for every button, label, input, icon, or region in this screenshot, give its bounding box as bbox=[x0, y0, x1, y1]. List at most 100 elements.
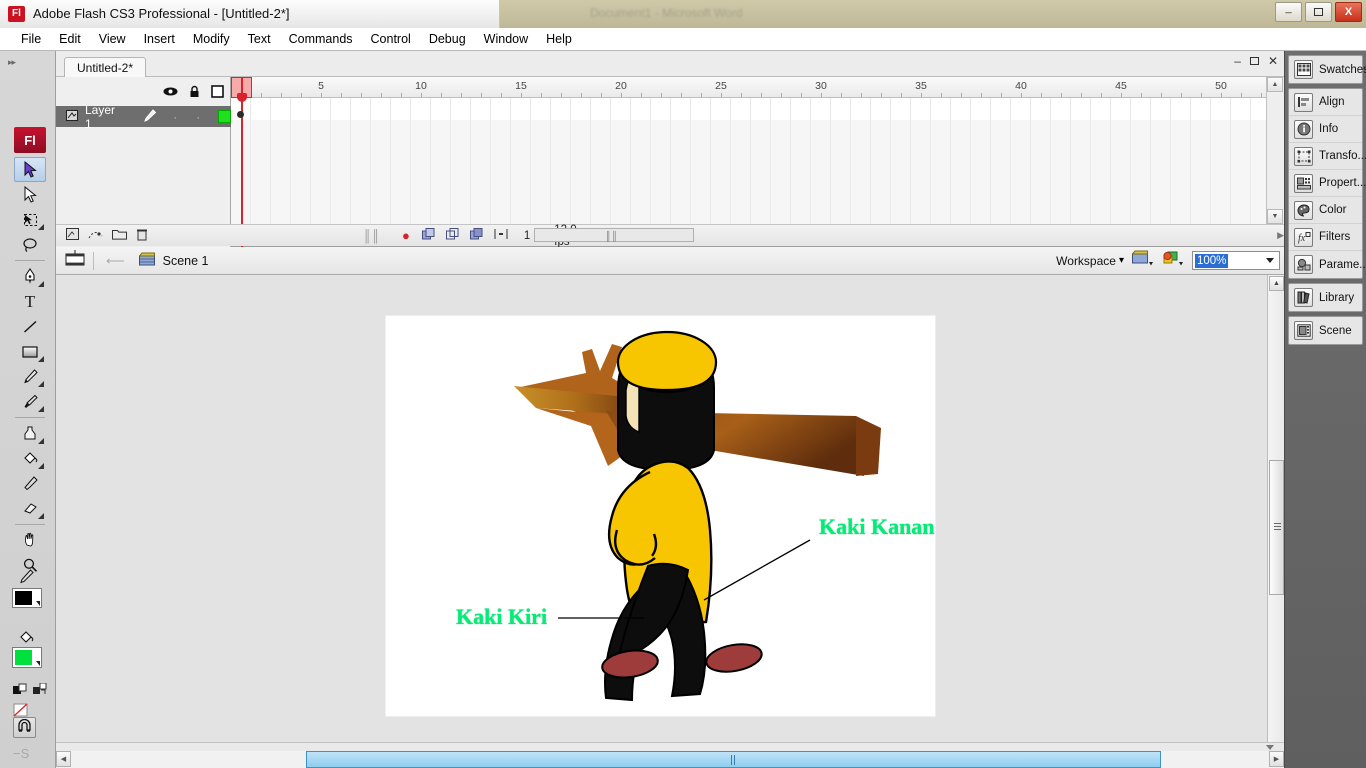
stage-scroll-up-arrow[interactable]: ▲ bbox=[1269, 276, 1284, 291]
timeline-scroll-right-arrow[interactable]: ▶ bbox=[1277, 230, 1284, 241]
stroke-color-swatch[interactable] bbox=[12, 588, 48, 608]
stage-scroll-right-arrow[interactable]: ▶ bbox=[1269, 751, 1284, 767]
menu-edit[interactable]: Edit bbox=[50, 30, 90, 48]
edit-symbols-dropdown[interactable] bbox=[1162, 250, 1184, 271]
stage-scroll-left-arrow[interactable]: ◀ bbox=[56, 751, 71, 767]
stage-horizontal-scroll-thumb[interactable] bbox=[306, 751, 1161, 768]
layer-lock-dot[interactable]: · bbox=[196, 110, 200, 124]
keyframe-dot[interactable] bbox=[237, 111, 244, 118]
kaki-kiri-label[interactable]: Kaki Kiri bbox=[456, 604, 547, 630]
menu-file[interactable]: File bbox=[12, 30, 50, 48]
timeline-scroll-up-arrow[interactable]: ▲ bbox=[1267, 77, 1283, 92]
zoom-caret-icon[interactable] bbox=[1266, 258, 1274, 263]
ink-bottle-tool[interactable] bbox=[14, 421, 46, 446]
new-layer-icon[interactable] bbox=[66, 228, 79, 243]
toolbox-grip-icon[interactable]: ▸▸ bbox=[8, 57, 16, 68]
stage-vertical-scrollbar[interactable]: ▲ bbox=[1267, 275, 1284, 742]
eye-icon[interactable] bbox=[163, 86, 178, 100]
snap-to-objects-toggle[interactable] bbox=[13, 717, 36, 738]
ruler-tick bbox=[1041, 93, 1042, 97]
modify-onion-markers-icon[interactable] bbox=[494, 228, 508, 243]
restore-button[interactable] bbox=[1305, 2, 1332, 22]
eraser-tool[interactable] bbox=[14, 496, 46, 521]
layer-edit-pencil-icon[interactable] bbox=[143, 108, 157, 125]
menu-view[interactable]: View bbox=[90, 30, 135, 48]
ruler-tick bbox=[841, 93, 842, 97]
timeline-resize-grip[interactable]: ║║ bbox=[363, 229, 380, 243]
black-and-white-icon[interactable] bbox=[13, 683, 28, 699]
subselection-tool[interactable] bbox=[14, 182, 46, 207]
menu-commands[interactable]: Commands bbox=[280, 30, 362, 48]
eyedropper-tool[interactable] bbox=[14, 471, 46, 496]
outline-icon[interactable] bbox=[211, 85, 224, 101]
dock-item-swatches[interactable]: Swatches bbox=[1289, 56, 1366, 83]
timeline-empty-grid[interactable] bbox=[231, 120, 1266, 224]
delete-layer-icon[interactable] bbox=[136, 228, 148, 244]
timeline-horizontal-scrollbar[interactable]: ║║ bbox=[534, 228, 694, 242]
fill-color-swatch[interactable] bbox=[12, 647, 48, 668]
dock-item-library[interactable]: Library bbox=[1289, 284, 1362, 311]
edit-scene-dropdown[interactable] bbox=[1131, 250, 1154, 271]
stage-scroll-thumb[interactable] bbox=[1269, 460, 1284, 595]
dock-item-scene[interactable]: Scene bbox=[1289, 317, 1362, 344]
text-tool[interactable]: T bbox=[14, 289, 46, 314]
pencil-stroke-indicator bbox=[12, 568, 48, 588]
dock-item-properties[interactable]: Propert... bbox=[1289, 170, 1366, 197]
line-tool[interactable] bbox=[14, 314, 46, 339]
edit-multiple-frames-icon[interactable] bbox=[469, 228, 484, 243]
onion-skin-icon[interactable] bbox=[421, 228, 436, 243]
new-folder-icon[interactable] bbox=[112, 228, 127, 243]
timeline-frames-row[interactable] bbox=[231, 98, 1266, 120]
rectangle-tool[interactable] bbox=[14, 339, 46, 364]
dock-item-align[interactable]: Align bbox=[1289, 89, 1362, 116]
hand-tool[interactable] bbox=[14, 528, 46, 553]
smooth-icon: −S bbox=[13, 746, 30, 761]
timeline-ruler[interactable]: 1510152025303540455055606570758085909510… bbox=[231, 77, 1266, 98]
menu-insert[interactable]: Insert bbox=[135, 30, 184, 48]
add-motion-guide-icon[interactable] bbox=[88, 228, 103, 243]
edit-scene-icon[interactable] bbox=[65, 250, 85, 271]
layer-visibility-dot[interactable]: · bbox=[173, 110, 177, 124]
dock-item-filters[interactable]: fx Filters bbox=[1289, 224, 1362, 251]
panel-minimize-icon[interactable]: – bbox=[1234, 55, 1241, 67]
dock-item-parameters[interactable]: Parame... bbox=[1289, 251, 1366, 278]
stage-scroll-menu-caret-icon[interactable] bbox=[1266, 745, 1274, 750]
brush-tool[interactable] bbox=[14, 389, 46, 414]
zoom-level-combobox[interactable]: 100% bbox=[1192, 251, 1280, 270]
onion-skin-outlines-icon[interactable] bbox=[445, 228, 460, 243]
menu-control[interactable]: Control bbox=[362, 30, 420, 48]
layer-row[interactable]: Layer 1 · · bbox=[56, 103, 231, 131]
kaki-kanan-label[interactable]: Kaki Kanan bbox=[819, 514, 935, 540]
stage-canvas[interactable]: Kaki Kanan Kaki Kiri bbox=[386, 316, 935, 716]
minimize-button[interactable]: _ bbox=[1275, 2, 1302, 22]
workspace-caret-icon[interactable]: ▾ bbox=[1119, 255, 1124, 266]
close-button[interactable]: X bbox=[1335, 2, 1362, 22]
lock-icon[interactable] bbox=[189, 85, 200, 101]
menu-debug[interactable]: Debug bbox=[420, 30, 475, 48]
free-transform-tool[interactable] bbox=[14, 207, 46, 232]
document-tab-untitled-2[interactable]: Untitled-2* bbox=[64, 57, 147, 77]
timeline-vertical-scrollbar[interactable]: ▲ ▼ bbox=[1266, 77, 1284, 224]
menu-help[interactable]: Help bbox=[537, 30, 581, 48]
pen-tool[interactable] bbox=[14, 264, 46, 289]
panel-close-icon[interactable]: ✕ bbox=[1268, 55, 1278, 67]
layer-outline-color-swatch[interactable] bbox=[218, 110, 231, 123]
pencil-tool[interactable] bbox=[14, 364, 46, 389]
stage-area[interactable]: Kaki Kanan Kaki Kiri ▲ bbox=[56, 275, 1284, 742]
lasso-tool[interactable] bbox=[14, 232, 46, 257]
menu-text[interactable]: Text bbox=[239, 30, 280, 48]
dock-item-color[interactable]: Color bbox=[1289, 197, 1362, 224]
dock-item-info[interactable]: Info bbox=[1289, 116, 1362, 143]
selection-tool[interactable] bbox=[14, 157, 46, 182]
panel-restore-icon[interactable] bbox=[1249, 57, 1259, 65]
paint-bucket-tool[interactable] bbox=[14, 446, 46, 471]
scene-name-label[interactable]: Scene 1 bbox=[163, 254, 209, 268]
swap-colors-icon[interactable] bbox=[33, 682, 48, 699]
back-arrow-icon[interactable]: ⟵ bbox=[106, 253, 125, 269]
workspace-label[interactable]: Workspace bbox=[1056, 254, 1116, 268]
onion-skin-marker-icon[interactable]: ● bbox=[402, 228, 410, 243]
timeline-scroll-down-arrow[interactable]: ▼ bbox=[1267, 209, 1283, 224]
menu-window[interactable]: Window bbox=[475, 30, 537, 48]
dock-item-transform[interactable]: Transfo... bbox=[1289, 143, 1366, 170]
menu-modify[interactable]: Modify bbox=[184, 30, 239, 48]
